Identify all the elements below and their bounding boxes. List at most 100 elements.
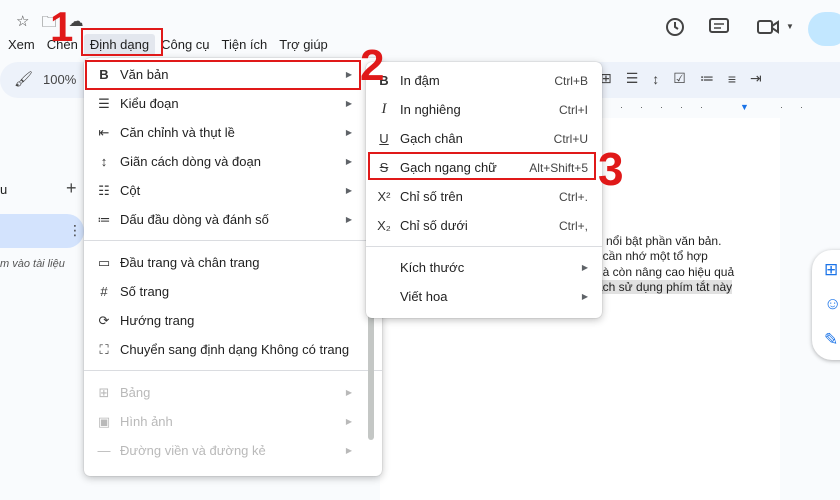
borders-icon: — <box>97 443 111 458</box>
line-spacing-toolbar-icon[interactable]: ↕ <box>652 71 659 87</box>
indent-marker-icon[interactable]: ▼ <box>740 102 749 112</box>
align-indent-icon: ⇤ <box>98 124 110 140</box>
menu-item-underline[interactable]: U Gạch chân Ctrl+U <box>366 124 602 153</box>
indent-icon[interactable]: ⇥ <box>750 70 762 87</box>
menu-item-label: Kiểu đoạn <box>120 96 179 111</box>
emoji-reaction-icon[interactable]: ☺ <box>824 294 840 314</box>
subscript-icon: X₂ <box>377 218 391 233</box>
superscript-icon: X² <box>377 189 391 204</box>
menu-help[interactable]: Trợ giúp <box>273 34 334 56</box>
share-button[interactable] <box>808 12 840 46</box>
doc-line-selected: ách sử dụng phím tắt này <box>596 280 733 294</box>
doc-line: n nổi bật phần văn bản. <box>596 234 722 248</box>
menu-item-page-numbers[interactable]: # Số trang <box>84 277 382 306</box>
zoom-select[interactable]: 100% <box>43 72 76 87</box>
paragraph-style-icon: ☰ <box>98 95 110 111</box>
menu-item-bold[interactable]: B In đậm Ctrl+B <box>366 66 602 95</box>
menu-item-label: In nghiêng <box>400 102 461 117</box>
menu-item-label: Đường viền và đường kẻ <box>120 443 266 458</box>
align-icon[interactable]: ☰ <box>626 70 639 87</box>
menu-divider <box>366 246 602 247</box>
menu-item-header-footer[interactable]: ▭ Đầu trang và chân trang <box>84 248 382 277</box>
header-footer-icon: ▭ <box>97 254 111 270</box>
menu-item-italic[interactable]: I In nghiêng Ctrl+I <box>366 95 602 124</box>
highlight-strikethrough-item <box>368 152 596 180</box>
menu-item-label: Chỉ số trên <box>400 189 463 204</box>
add-comment-icon[interactable]: ⊞ <box>824 260 838 280</box>
orientation-icon: ⟳ <box>98 312 110 328</box>
submenu-arrow-icon: ▶ <box>345 388 352 397</box>
italic-icon: I <box>381 101 387 117</box>
more-options-icon[interactable]: ⋮ <box>68 222 82 239</box>
menu-item-borders-lines: — Đường viền và đường kẻ ▶ <box>84 436 382 465</box>
document-tabs-panel: u + ⋮ m vào tài liệu <box>0 118 84 500</box>
menu-item-table: ⊞ Bảng ▶ <box>84 378 382 407</box>
menu-item-line-spacing[interactable]: ↕ Giãn cách dòng và đoạn ▶ <box>84 147 382 176</box>
menu-item-label: Chỉ số dưới <box>400 218 468 233</box>
comments-icon[interactable] <box>708 17 730 37</box>
meet-dropdown-icon[interactable]: ▼ <box>786 22 794 31</box>
shortcut-label: Ctrl+I <box>558 102 588 117</box>
menu-item-label: Giãn cách dòng và đoạn <box>120 154 261 169</box>
menu-item-label: Cột <box>120 183 141 198</box>
submenu-arrow-icon: ▶ <box>345 417 352 426</box>
menu-item-label: Dấu đầu dòng và đánh số <box>120 212 269 227</box>
menu-item-label: Chuyển sang định dạng Không có trang <box>120 342 350 357</box>
submenu-arrow-icon: ▶ <box>345 128 352 137</box>
doc-line: ĩ cần nhớ một tổ hợp <box>596 249 708 263</box>
submenu-arrow-icon: ▶ <box>345 186 352 195</box>
menu-item-align-indent[interactable]: ⇤ Căn chỉnh và thụt lề ▶ <box>84 118 382 147</box>
menu-item-label: In đậm <box>400 73 440 88</box>
meet-icon[interactable] <box>756 18 782 36</box>
menu-item-bullets-numbering[interactable]: ≔ Dấu đầu dòng và đánh số ▶ <box>84 205 382 234</box>
menu-item-label: Hình ảnh <box>120 414 173 429</box>
step-number: 1 <box>50 3 74 50</box>
shortcut-label: Ctrl+U <box>553 131 588 146</box>
table-icon: ⊞ <box>98 384 110 400</box>
menu-item-superscript[interactable]: X² Chỉ số trên Ctrl+. <box>366 182 602 211</box>
paint-format-icon[interactable]: 🖌 <box>14 70 33 88</box>
shortcut-label: Ctrl+B <box>554 73 588 88</box>
suggest-edit-icon[interactable]: ✎ <box>824 330 838 350</box>
menu-item-label: Kích thước <box>400 260 465 275</box>
step-number: 3 <box>598 143 624 195</box>
menu-scrollbar[interactable] <box>368 300 374 440</box>
columns-icon: ☷ <box>98 182 110 198</box>
bulleted-list-toolbar-icon[interactable]: ≔ <box>700 70 714 87</box>
menu-divider <box>84 240 382 241</box>
numbered-list-icon[interactable]: ≡ <box>728 71 736 87</box>
menu-item-paragraph-style[interactable]: ☰ Kiểu đoạn ▶ <box>84 89 382 118</box>
doc-line: nà còn nâng cao hiệu quả <box>596 265 735 279</box>
highlight-format-menu <box>81 28 163 56</box>
menu-item-label: Viết hoa <box>400 289 448 304</box>
menu-item-image: ▣ Hình ảnh ▶ <box>84 407 382 436</box>
menu-item-label: Đầu trang và chân trang <box>120 255 260 270</box>
checklist-icon[interactable]: ☑ <box>673 70 686 87</box>
submenu-arrow-icon: ▶ <box>345 446 352 455</box>
menu-tools[interactable]: Công cụ <box>155 34 215 56</box>
ruler[interactable]: · · · · · ▼ · · <box>580 100 840 118</box>
add-tab-icon[interactable]: + <box>66 178 77 199</box>
menu-item-size[interactable]: Kích thước ▶ <box>366 253 602 282</box>
submenu-arrow-icon: ▶ <box>345 157 352 166</box>
highlight-text-item <box>85 60 361 90</box>
side-actions: ⊞ ☺ ✎ <box>812 250 840 360</box>
menu-extensions[interactable]: Tiện ích <box>216 34 274 56</box>
menu-view[interactable]: Xem <box>0 34 41 56</box>
menu-item-pageless[interactable]: ⛶ Chuyển sang định dạng Không có trang <box>84 335 382 364</box>
pageless-icon: ⛶ <box>99 341 109 357</box>
menu-item-orientation[interactable]: ⟳ Hướng trang <box>84 306 382 335</box>
menu-item-subscript[interactable]: X₂ Chỉ số dưới Ctrl+, <box>366 211 602 240</box>
submenu-arrow-icon: ▶ <box>345 215 352 224</box>
submenu-arrow-icon: ▶ <box>581 292 588 301</box>
menu-item-capitalization[interactable]: Viết hoa ▶ <box>366 282 602 311</box>
step-number: 2 <box>360 41 385 90</box>
menu-divider <box>84 370 382 371</box>
shortcut-label: Ctrl+. <box>558 189 588 204</box>
menu-item-columns[interactable]: ☷ Cột ▶ <box>84 176 382 205</box>
submenu-arrow-icon: ▶ <box>581 263 588 272</box>
menu-item-label: Bảng <box>120 385 151 400</box>
menu-item-label: Hướng trang <box>120 313 195 328</box>
bulleted-list-icon: ≔ <box>97 211 111 227</box>
version-history-icon[interactable] <box>664 16 686 38</box>
